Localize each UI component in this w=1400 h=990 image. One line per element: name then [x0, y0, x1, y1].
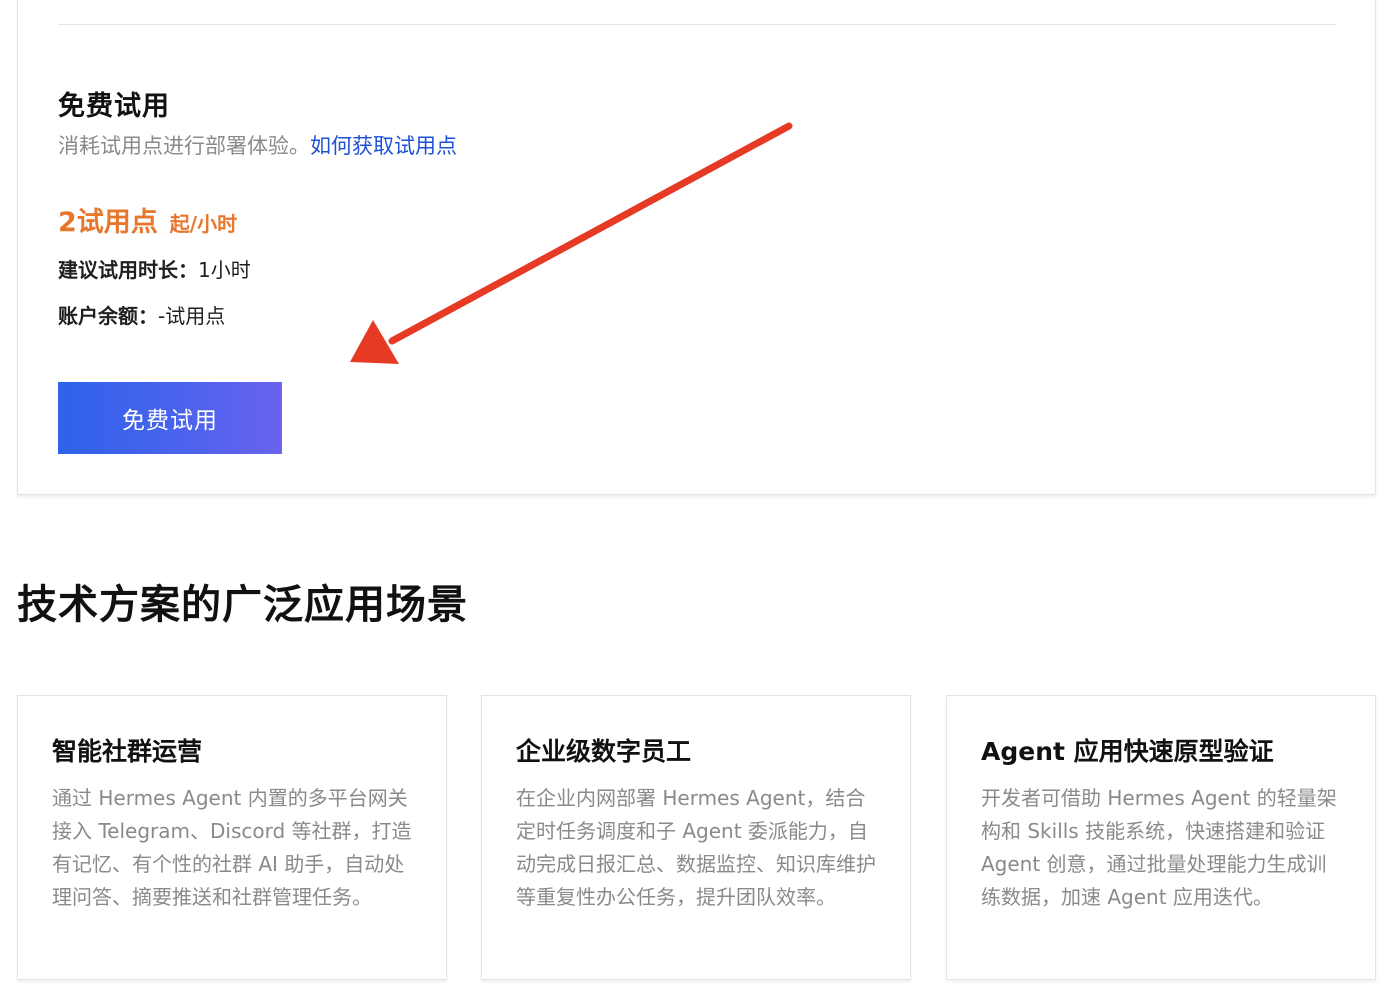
trial-description-text: 消耗试用点进行部署体验。	[58, 134, 310, 158]
free-trial-panel: 免费试用 消耗试用点进行部署体验。如何获取试用点 2试用点 起/小时 建议试用时长…	[17, 0, 1376, 495]
balance-value: -试用点	[158, 304, 226, 328]
price-unit: 起/小时	[169, 212, 238, 236]
section-title: 技术方案的广泛应用场景	[17, 582, 468, 628]
scenario-card: 智能社群运营 通过 Hermes Agent 内置的多平台网关接入 Telegr…	[17, 695, 447, 980]
trial-price: 2试用点 起/小时	[58, 200, 237, 239]
account-balance: 账户余额：-试用点	[58, 300, 225, 329]
scenario-card: 企业级数字员工 在企业内网部署 Hermes Agent，结合定时任务调度和子 …	[481, 695, 911, 980]
divider	[58, 24, 1336, 25]
card-title: 企业级数字员工	[516, 737, 692, 766]
card-title: 智能社群运营	[52, 737, 203, 766]
card-body: 通过 Hermes Agent 内置的多平台网关接入 Telegram、Disc…	[52, 786, 412, 909]
balance-label: 账户余额：	[58, 304, 158, 328]
card-body: 在企业内网部署 Hermes Agent，结合定时任务调度和子 Agent 委派…	[516, 786, 876, 909]
free-trial-button[interactable]: 免费试用	[58, 382, 282, 454]
card-title: Agent 应用快速原型验证	[981, 737, 1274, 766]
duration-label: 建议试用时长：	[58, 258, 198, 282]
scenario-cards: 智能社群运营 通过 Hermes Agent 内置的多平台网关接入 Telegr…	[17, 695, 1377, 990]
price-amount: 2试用点	[58, 207, 158, 238]
scenario-card: Agent 应用快速原型验证 开发者可借助 Hermes Agent 的轻量架构…	[946, 695, 1376, 980]
card-body: 开发者可借助 Hermes Agent 的轻量架构和 Skills 技能系统，快…	[981, 786, 1337, 909]
how-to-get-points-link[interactable]: 如何获取试用点	[310, 134, 457, 158]
trial-description: 消耗试用点进行部署体验。如何获取试用点	[58, 130, 457, 160]
trial-title: 免费试用	[58, 91, 170, 122]
duration-value: 1小时	[198, 258, 251, 282]
suggested-duration: 建议试用时长：1小时	[58, 254, 251, 283]
